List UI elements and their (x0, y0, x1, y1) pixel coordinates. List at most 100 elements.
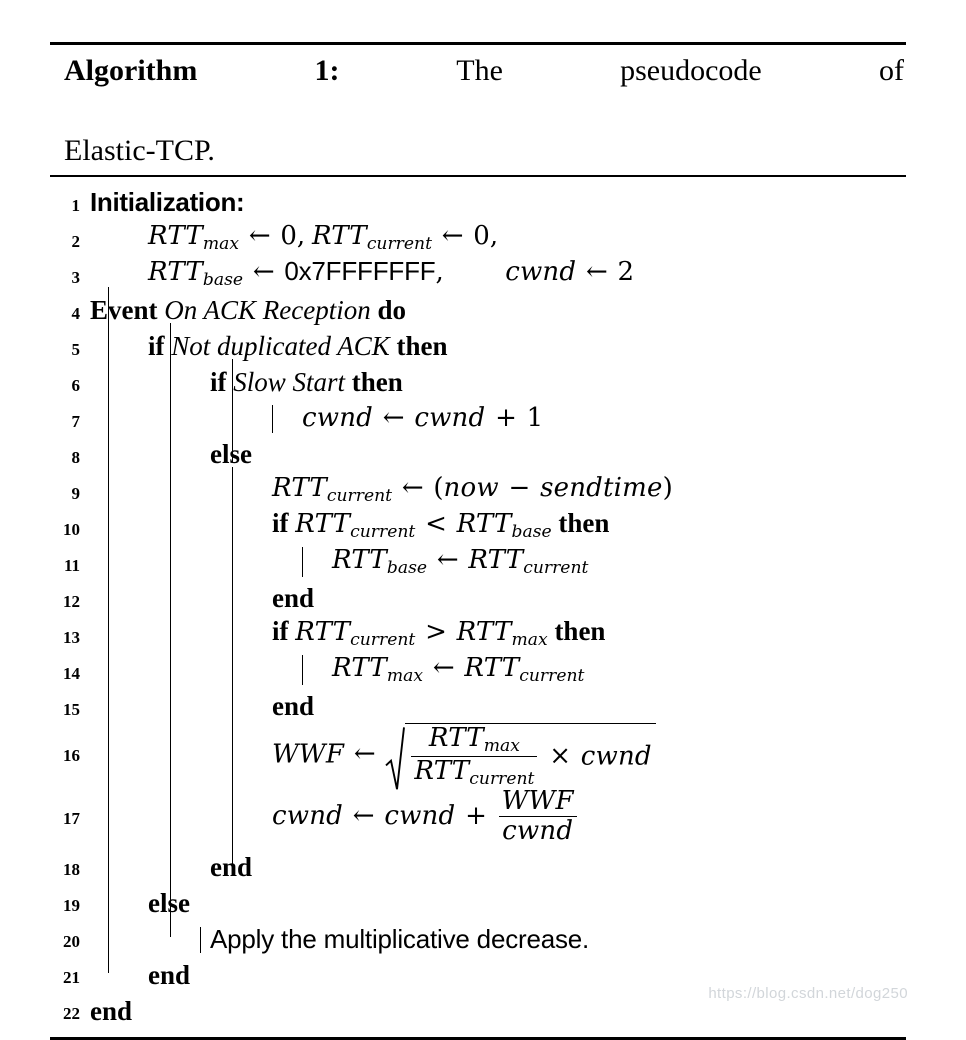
algorithm-box: Algorithm 1: The pseudocode of Elastic-T… (50, 42, 906, 1040)
keyword-end: end (272, 583, 315, 614)
var-rtt-max: RTTmax (332, 652, 424, 686)
assign-arrow-icon: ← (441, 220, 464, 251)
keyword-if: if (148, 331, 165, 362)
radicand: RTTmax RTTcurrent × cwnd (405, 722, 656, 790)
var-sendtime: sendtime (540, 472, 663, 503)
algo-line-15: 15 end (50, 687, 906, 723)
algo-line-5: 5 if Not duplicated ACK then (50, 327, 906, 363)
line-content: RTTmax ← RTTcurrent (80, 653, 906, 687)
var-cwnd: cwnd (580, 741, 652, 772)
line-content: end (80, 584, 906, 614)
line-number: 18 (63, 859, 80, 879)
line-content: if RTTcurrent > RTTmax then (80, 617, 906, 651)
line-number: 5 (71, 339, 81, 359)
var-rtt-base: RTTbase (148, 256, 244, 290)
indent-tick (272, 405, 273, 433)
algorithm-body: 1 Initialization: 2 RTTmax ← 0, RTTcurre… (50, 177, 906, 1037)
keyword-else: else (210, 439, 252, 470)
plus-operator: + (495, 403, 517, 434)
line-content: else (80, 440, 906, 470)
algo-line-9: 9 RTTcurrent ← (now − sendtime) (50, 471, 906, 507)
indent-tick (302, 546, 303, 577)
algorithm-caption: Algorithm 1: The pseudocode of Elastic-T… (50, 45, 906, 175)
line-number: 15 (63, 699, 80, 719)
line-number: 2 (71, 231, 81, 251)
caption-line2: Elastic-TCP. (64, 133, 215, 167)
var-rtt-current: RTTcurrent (311, 220, 432, 254)
var-rtt-base: RTTbase (456, 508, 552, 542)
line-number: 17 (63, 808, 80, 828)
algo-line-4: 4 Event On ACK Reception do (50, 291, 906, 327)
comma: , (435, 256, 444, 287)
times-operator: × (549, 741, 571, 772)
line-number: 16 (63, 746, 80, 766)
algo-line-16: 16 WWF ← RTTmax RTTcurrent × cwnd (50, 722, 906, 790)
var-cwnd: cwnd (505, 256, 577, 287)
line-content: Initialization: (80, 188, 906, 218)
fraction-numerator: RTTmax (428, 723, 520, 756)
var-rtt-current: RTTcurrent (295, 616, 416, 650)
var-rtt-current: RTTcurrent (468, 544, 589, 578)
comma: , (296, 220, 306, 251)
var-rtt-current: RTTcurrent (272, 472, 393, 506)
algo-line-14: 14 RTTmax ← RTTcurrent (50, 651, 906, 687)
fraction-denominator: cwnd (498, 815, 577, 845)
algo-line-1: 1 Initialization: (50, 183, 906, 219)
assign-arrow-icon: ← (432, 652, 455, 683)
line-content: if RTTcurrent < RTTbase then (80, 509, 906, 543)
fraction-denominator: RTTcurrent (411, 755, 538, 788)
assign-arrow-icon: ← (353, 739, 376, 770)
var-cwnd: cwnd (384, 801, 456, 832)
line-number: 11 (63, 555, 80, 575)
algo-line-2: 2 RTTmax ← 0, RTTcurrent ← 0, (50, 219, 906, 255)
algo-line-11: 11 RTTbase ← RTTcurrent (50, 543, 906, 579)
line-content: RTTmax ← 0, RTTcurrent ← 0, (80, 221, 906, 255)
keyword-end: end (148, 959, 191, 990)
line-number: 22 (63, 1003, 80, 1023)
square-root-expression: RTTmax RTTcurrent × cwnd (385, 722, 656, 790)
indent-tick (302, 654, 303, 685)
line-number: 13 (63, 627, 80, 647)
keyword-do: do (377, 295, 406, 326)
keyword-end: end (90, 995, 133, 1026)
comma: , (489, 220, 499, 251)
algo-line-12: 12 end (50, 579, 906, 615)
plus-operator: + (465, 801, 487, 832)
line-content: if Not duplicated ACK then (80, 332, 906, 362)
var-rtt-current: RTTcurrent (295, 508, 416, 542)
assign-arrow-icon: ← (436, 544, 459, 575)
line-content: RTTbase ← 0x7FFFFFFF, cwnd ← 2 (80, 257, 906, 291)
line-content: RTTbase ← RTTcurrent (80, 545, 906, 579)
line-number: 1 (71, 195, 81, 215)
event-condition: On ACK Reception (164, 295, 371, 326)
wwf-over-cwnd-fraction: WWF cwnd (498, 787, 577, 846)
minus-operator: − (508, 472, 531, 503)
line-number: 6 (71, 375, 81, 395)
value-zero: 0 (473, 220, 490, 251)
var-wwf: WWF (272, 739, 345, 770)
keyword-if: if (210, 367, 227, 398)
algo-line-8: 8 else (50, 435, 906, 471)
algo-line-7: 7 cwnd ← cwnd + 1 (50, 399, 906, 435)
line-number: 21 (63, 967, 80, 987)
multiplicative-decrease-text: Apply the multiplicative decrease. (210, 923, 590, 954)
less-than-operator: < (425, 508, 447, 539)
line-number: 4 (71, 303, 81, 323)
right-paren: ) (662, 472, 673, 503)
caption-label: Algorithm 1: (64, 54, 340, 87)
line-content: RTTcurrent ← (now − sendtime) (80, 473, 906, 507)
algo-line-20: 20 Apply the multiplicative decrease. (50, 919, 906, 955)
assign-arrow-icon: ← (585, 256, 608, 287)
line-number: 12 (63, 591, 80, 611)
if-condition: Slow Start (233, 367, 346, 398)
line-content: else (80, 887, 906, 919)
caption-text: The pseudocode of (456, 54, 904, 87)
keyword-then: then (351, 367, 403, 398)
algo-line-13: 13 if RTTcurrent > RTTmax then (50, 615, 906, 651)
line-content: cwnd ← cwnd + 1 (80, 403, 906, 434)
algo-line-6: 6 if Slow Start then (50, 363, 906, 399)
keyword-then: then (396, 331, 448, 362)
line-content: if Slow Start then (80, 368, 906, 398)
var-rtt-current: RTTcurrent (464, 652, 585, 686)
keyword-else: else (148, 887, 190, 918)
